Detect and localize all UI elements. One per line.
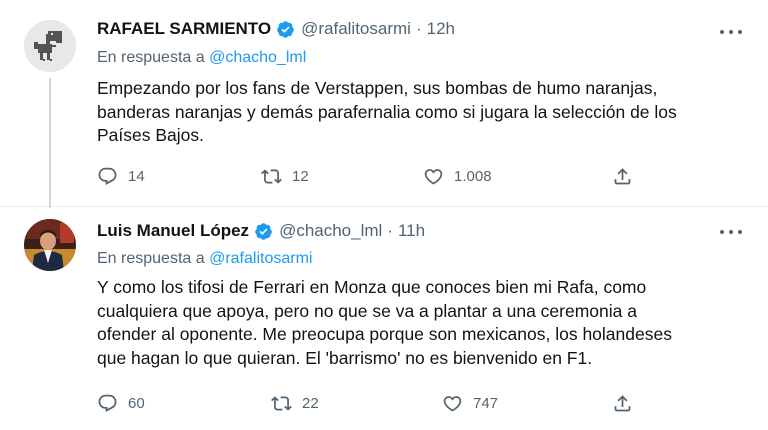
tweet-text-line: Países Bajos.: [97, 125, 204, 145]
heart-icon: [424, 169, 443, 185]
reply-button[interactable]: 14: [97, 166, 145, 187]
reply-prefix: En respuesta a: [97, 49, 205, 66]
retweet-count: 12: [292, 168, 309, 185]
share-button[interactable]: [612, 166, 633, 187]
avatar[interactable]: [24, 219, 76, 271]
share-icon: [614, 168, 631, 185]
tweet-rafael[interactable]: RAFAEL SARMIENTO @rafalitosarmi · 12h En…: [0, 0, 768, 208]
tweet-header: RAFAEL SARMIENTO @rafalitosarmi · 12h: [97, 19, 455, 39]
reply-context: En respuesta a @chacho_lml: [97, 49, 306, 67]
like-count: 1.008: [454, 168, 492, 185]
like-button[interactable]: 1.008: [423, 166, 492, 187]
tweet-text-line: banderas naranjas y demás parafernalia c…: [97, 101, 677, 122]
reply-icon: [98, 394, 117, 412]
heart-icon: [443, 396, 462, 412]
timestamp[interactable]: 12h: [427, 19, 455, 39]
thread-line: [49, 78, 51, 208]
more-options-icon[interactable]: [720, 224, 742, 240]
retweet-icon: [261, 169, 282, 184]
share-icon: [614, 395, 631, 412]
reply-button[interactable]: 60: [97, 393, 145, 414]
avatar[interactable]: [24, 20, 76, 72]
retweet-count: 22: [302, 395, 319, 412]
person-photo: [24, 219, 76, 271]
retweet-button[interactable]: 12: [261, 166, 309, 187]
retweet-icon: [271, 396, 292, 411]
reply-icon: [98, 167, 117, 185]
retweet-button[interactable]: 22: [271, 393, 319, 414]
tweet-actions: 14 12 1.008: [97, 166, 657, 188]
tweet-text-line: Empezando por los fans de Verstappen, su…: [97, 78, 658, 98]
tweet-actions: 60 22 747: [97, 393, 657, 415]
dinosaur-icon: [24, 20, 76, 72]
user-handle[interactable]: @rafalitosarmi: [301, 19, 411, 39]
share-button[interactable]: [612, 393, 633, 414]
like-count: 747: [473, 395, 499, 412]
separator-dot: ·: [415, 19, 422, 38]
reply-count: 60: [128, 395, 145, 412]
display-name[interactable]: RAFAEL SARMIENTO: [97, 19, 271, 39]
reply-count: 14: [128, 168, 145, 185]
like-button[interactable]: 747: [442, 393, 498, 414]
more-options-icon[interactable]: [720, 24, 742, 40]
reply-to-link[interactable]: @chacho_lml: [209, 49, 306, 66]
verified-badge-icon: [276, 20, 295, 39]
tweet-text: Empezando por los fans de Verstappen, su…: [97, 77, 737, 148]
